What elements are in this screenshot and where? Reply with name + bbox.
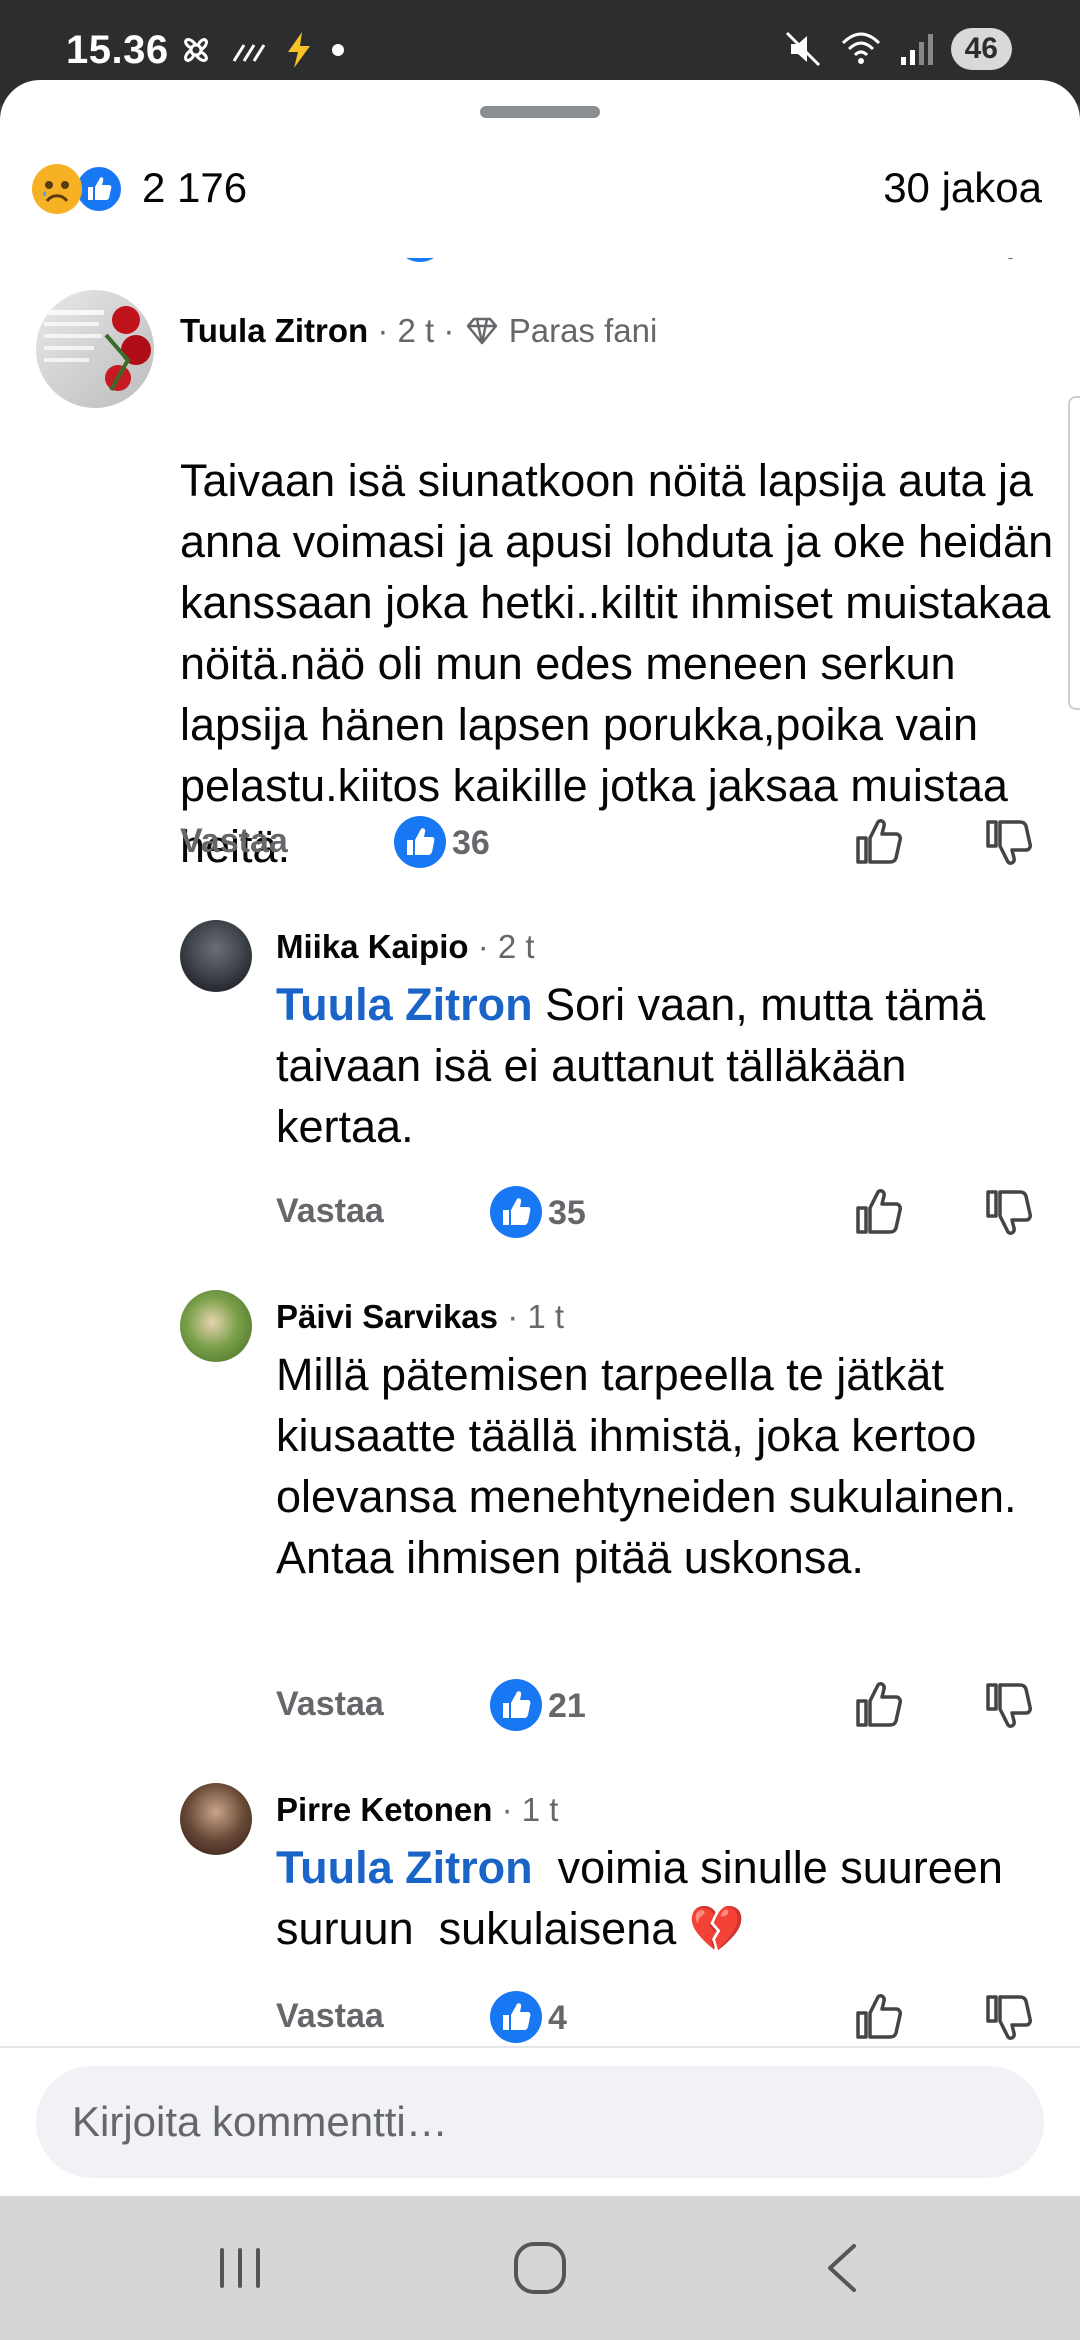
comment-time: · 1 t: [507, 1298, 565, 1335]
reply-button[interactable]: Vastaa: [276, 1997, 384, 2036]
roses-image-icon: [44, 306, 151, 391]
reply-button[interactable]: Vastaa: [276, 1685, 384, 1724]
reaction-count: 2 176: [142, 164, 248, 211]
system-navigation-bar: [0, 2196, 1080, 2340]
like-count: 4: [548, 1999, 567, 2037]
dislike-outline-icon[interactable]: [980, 1989, 1036, 2045]
avatar[interactable]: [180, 920, 252, 992]
signal-icon: [900, 34, 933, 65]
like-count: 35: [548, 1194, 586, 1232]
like-outline-icon[interactable]: [850, 1989, 906, 2045]
dislike-outline-icon[interactable]: [980, 1677, 1036, 1733]
avatar[interactable]: [36, 290, 154, 408]
mute-icon: [785, 31, 820, 67]
comment-author[interactable]: Tuula Zitron: [180, 312, 368, 349]
notification-dot-icon: [332, 44, 344, 56]
comment-time: · 2 t: [477, 928, 535, 965]
comment-author[interactable]: Pirre Ketonen: [276, 1791, 492, 1828]
back-icon[interactable]: [804, 2238, 884, 2298]
like-badge-icon: [490, 1679, 542, 1731]
share-count[interactable]: 30 jakoa: [883, 164, 1042, 212]
home-icon[interactable]: [500, 2238, 580, 2298]
reply-comment: Päivi Sarvikas · 1 t Millä pätemisen tar…: [0, 1290, 1080, 1650]
battery-indicator: 46: [950, 28, 1012, 70]
recent-apps-icon[interactable]: [200, 2238, 280, 2298]
comment-actions: Vastaa 21: [276, 1673, 1080, 1743]
dislike-outline-icon[interactable]: [980, 1184, 1036, 1240]
mention-link[interactable]: Tuula Zitron: [276, 979, 533, 1030]
reaction-summary[interactable]: 2 176 30 jakoa: [0, 138, 1080, 258]
like-badge-icon: [490, 1186, 542, 1238]
wifi-icon: [841, 32, 880, 64]
avatar[interactable]: [180, 1783, 252, 1855]
comment-time: · 1 t: [501, 1791, 559, 1828]
like-outline-icon[interactable]: [850, 814, 906, 870]
sad-reaction-icon: [32, 164, 82, 214]
comment: Tuula Zitron · 2 t · Paras fani Taivaan …: [0, 290, 1080, 872]
avatar[interactable]: [180, 1290, 252, 1362]
comment-text: Tuula Zitron voimia sinulle suureen suru…: [276, 1842, 1016, 1954]
dislike-outline-icon[interactable]: [980, 814, 1036, 870]
mention-link[interactable]: Tuula Zitron: [276, 1842, 533, 1893]
comment-author[interactable]: Päivi Sarvikas: [276, 1298, 498, 1335]
comment-author[interactable]: Miika Kaipio: [276, 928, 469, 965]
top-fan-badge: Paras fani: [508, 312, 658, 349]
data-stripes-icon: [232, 44, 266, 62]
like-outline-icon[interactable]: [850, 1184, 906, 1240]
sheet-drag-handle[interactable]: [480, 106, 600, 118]
comment-actions: Vastaa 36: [180, 810, 1080, 880]
comment-composer: Kirjoita kommentti…: [0, 2046, 1080, 2198]
like-count: 36: [452, 824, 490, 862]
charging-bolt-icon: [288, 32, 310, 68]
comments-sheet: 2 176 30 jakoa Tuula Zitron · 2 t · Para…: [0, 80, 1080, 2340]
comment-time: · 2 t ·: [377, 312, 455, 349]
reply-button[interactable]: Vastaa: [180, 822, 288, 861]
comment-text: Millä pätemisen tarpeella te jätkät kius…: [276, 1349, 1017, 1583]
comment-actions: Vastaa 35: [276, 1180, 1080, 1250]
reply-comment: Pirre Ketonen · 1 t Tuula Zitron voimia …: [0, 1783, 1080, 1983]
reply-comment: Miika Kaipio · 2 t Tuula Zitron Sori vaa…: [0, 920, 1080, 1220]
diamond-badge-icon: [466, 317, 497, 345]
like-outline-icon[interactable]: [850, 1677, 906, 1733]
comment-text: Tuula Zitron Sori vaan, mutta tämä taiva…: [276, 979, 986, 1152]
comment-input[interactable]: Kirjoita kommentti…: [36, 2066, 1044, 2178]
like-count: 21: [548, 1687, 586, 1725]
comment-actions: Vastaa 4: [276, 1985, 1080, 2055]
like-badge-icon: [394, 816, 446, 868]
fan-icon: [184, 38, 208, 62]
reply-button[interactable]: Vastaa: [276, 1192, 384, 1231]
like-badge-icon: [490, 1991, 542, 2043]
status-time: 15.36: [66, 28, 169, 72]
